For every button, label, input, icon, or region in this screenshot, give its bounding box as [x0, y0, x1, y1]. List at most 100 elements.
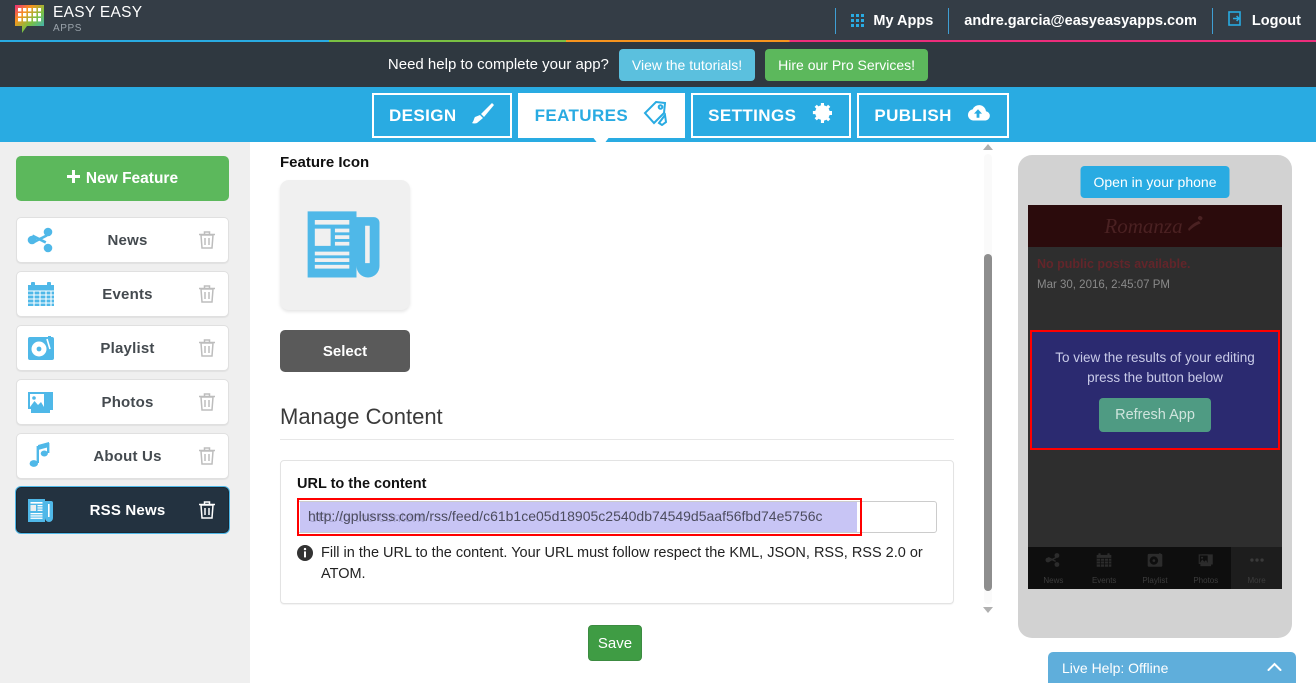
save-row: Save: [250, 625, 980, 661]
url-field-label: URL to the content: [297, 476, 937, 492]
tags-icon: [640, 100, 668, 131]
logout-icon: [1228, 11, 1243, 30]
app-root: EASY EASY APPS My Apps andre.garcia@easy…: [0, 0, 1316, 683]
url-help-text: Fill in the URL to the content. Your URL…: [321, 543, 937, 585]
phone-preview-panel: Open in your phone Romanza: [1018, 155, 1292, 638]
view-tutorials-button[interactable]: View the tutorials!: [619, 49, 755, 81]
trash-icon[interactable]: [198, 500, 216, 520]
phone-screen: Romanza No public posts available. Mar 3…: [1028, 205, 1282, 589]
tab-settings[interactable]: SETTINGS: [691, 93, 851, 138]
top-bar-right: My Apps andre.garcia@easyeasyapps.com Lo…: [835, 0, 1316, 41]
plus-icon: [67, 170, 80, 188]
tab-publish-label: PUBLISH: [874, 106, 951, 126]
newspaper-icon: [25, 494, 57, 526]
tab-features-label: FEATURES: [535, 106, 629, 126]
url-help-row: Fill in the URL to the content. Your URL…: [297, 543, 937, 585]
sidebar-item-about-us[interactable]: About Us: [16, 433, 229, 479]
turntable-icon: [25, 332, 57, 364]
phone-bottom-nav: News Events: [1028, 547, 1282, 589]
trash-icon[interactable]: [198, 230, 216, 250]
caret-down-icon[interactable]: [983, 607, 993, 613]
logout-label: Logout: [1252, 13, 1301, 29]
share-icon: [1044, 551, 1062, 574]
phone-nav-label: Photos: [1193, 576, 1218, 585]
tab-features[interactable]: FEATURES: [518, 93, 686, 138]
feature-icon-label: Feature Icon: [280, 154, 980, 171]
phone-nav-more[interactable]: More: [1231, 547, 1282, 589]
live-help-bar[interactable]: Live Help: Offline: [1048, 652, 1296, 683]
sidebar-item-rss-news[interactable]: RSS News: [16, 487, 229, 533]
tab-design-label: DESIGN: [389, 106, 457, 126]
phone-feed-body: No public posts available. Mar 30, 2016,…: [1028, 247, 1282, 291]
feature-list: News: [16, 217, 234, 533]
phone-nav-label: More: [1247, 576, 1265, 585]
sidebar-item-news[interactable]: News: [16, 217, 229, 263]
logo-title: EASY EASY: [53, 5, 142, 21]
feature-sidebar: New Feature News: [0, 142, 250, 683]
phone-nav-label: News: [1043, 576, 1063, 585]
main-nav: DESIGN FEATURES: [0, 87, 1316, 142]
select-icon-button[interactable]: Select: [280, 330, 410, 372]
phone-app-header: Romanza: [1028, 205, 1282, 247]
phone-brand: Romanza: [1104, 214, 1205, 239]
sidebar-item-label: News: [57, 232, 198, 249]
save-button[interactable]: Save: [588, 625, 642, 661]
gear-icon: [808, 100, 834, 131]
phone-nav-playlist[interactable]: Playlist: [1130, 547, 1181, 589]
phone-nav-photos[interactable]: Photos: [1180, 547, 1231, 589]
phone-no-posts-text: No public posts available.: [1037, 257, 1273, 271]
trash-icon[interactable]: [198, 284, 216, 304]
sidebar-item-label: About Us: [57, 448, 198, 465]
content-scrollbar[interactable]: [980, 142, 996, 615]
music-note-icon: [25, 440, 57, 472]
sidebar-item-playlist[interactable]: Playlist: [16, 325, 229, 371]
sidebar-item-label: Playlist: [57, 340, 198, 357]
share-icon: [25, 224, 57, 256]
live-help-label: Live Help: Offline: [1062, 660, 1168, 676]
top-bar: EASY EASY APPS My Apps andre.garcia@easy…: [0, 0, 1316, 41]
refresh-app-overlay: To view the results of your editing pres…: [1030, 330, 1280, 450]
newspaper-icon: [299, 197, 391, 294]
grid-icon: [851, 14, 864, 27]
info-icon: [297, 545, 313, 566]
tab-settings-label: SETTINGS: [708, 106, 796, 126]
tab-publish[interactable]: PUBLISH: [857, 93, 1008, 138]
sidebar-item-events[interactable]: Events: [16, 271, 229, 317]
caret-up-icon[interactable]: [983, 144, 993, 150]
new-feature-button[interactable]: New Feature: [16, 156, 229, 201]
my-apps-button[interactable]: My Apps: [836, 0, 948, 41]
sidebar-item-photos[interactable]: Photos: [16, 379, 229, 425]
chevron-up-icon[interactable]: [1267, 659, 1282, 677]
scrollbar-thumb[interactable]: [984, 254, 992, 591]
grid-bubble-icon: [14, 4, 45, 35]
turntable-icon: [1146, 551, 1164, 574]
open-in-phone-button[interactable]: Open in your phone: [1081, 166, 1230, 198]
logout-button[interactable]: Logout: [1213, 0, 1316, 41]
brand-logo[interactable]: EASY EASY APPS: [14, 4, 142, 35]
phone-brand-label: Romanza: [1104, 214, 1182, 239]
url-input-wrap: http://gplusrss.com/rss/feed/c61b1ce05d1…: [297, 501, 937, 533]
manage-content-title: Manage Content: [280, 404, 954, 440]
phone-nav-events[interactable]: Events: [1079, 547, 1130, 589]
phone-nav-label: Events: [1092, 576, 1116, 585]
new-feature-label: New Feature: [86, 170, 178, 188]
main-content: Feature Icon Select: [250, 142, 980, 683]
account-email[interactable]: andre.garcia@easyeasyapps.com: [949, 0, 1212, 41]
phone-nav-label: Playlist: [1142, 576, 1167, 585]
sidebar-item-label: RSS News: [57, 502, 198, 519]
url-input[interactable]: [297, 501, 937, 533]
promo-text: Need help to complete your app?: [388, 56, 609, 73]
sidebar-item-label: Events: [57, 286, 198, 303]
trash-icon[interactable]: [198, 338, 216, 358]
tab-design[interactable]: DESIGN: [372, 93, 512, 138]
sidebar-item-label: Photos: [57, 394, 198, 411]
phone-nav-news[interactable]: News: [1028, 547, 1079, 589]
photos-icon: [25, 386, 57, 418]
calendar-icon: [25, 278, 57, 310]
calendar-icon: [1095, 551, 1113, 574]
refresh-app-button[interactable]: Refresh App: [1099, 398, 1211, 432]
hire-pro-services-button[interactable]: Hire our Pro Services!: [765, 49, 928, 81]
feature-icon-preview[interactable]: [280, 180, 410, 310]
trash-icon[interactable]: [198, 446, 216, 466]
trash-icon[interactable]: [198, 392, 216, 412]
